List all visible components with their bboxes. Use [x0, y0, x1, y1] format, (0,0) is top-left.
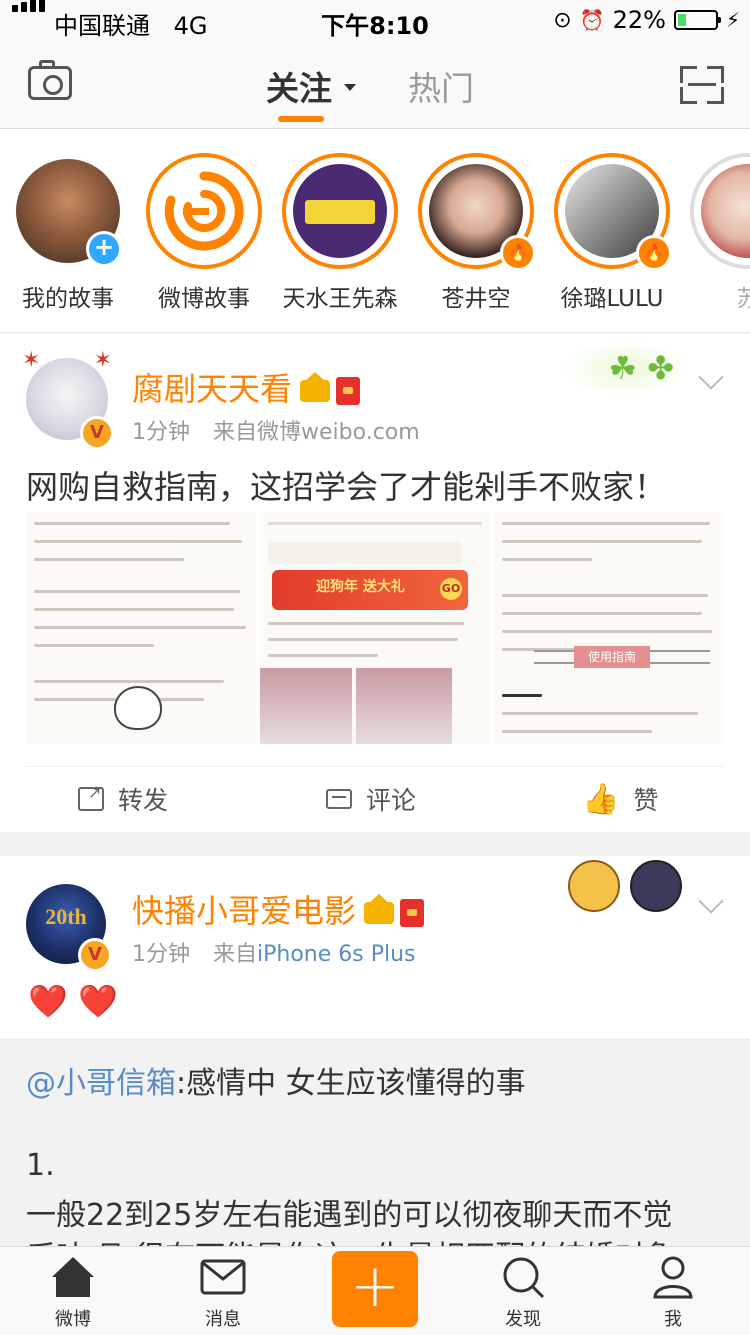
- post-text: 网购自救指南，这招学会了才能剁手不败家！: [26, 468, 667, 506]
- post-image[interactable]: [26, 512, 256, 744]
- story-item[interactable]: 天水王先森: [272, 153, 408, 313]
- avatar-logo-text: 20th: [45, 904, 87, 929]
- story-item[interactable]: 🔥 苍井空: [408, 153, 544, 313]
- post-image[interactable]: 迎狗年 送大礼 GO: [260, 512, 490, 744]
- tab-following[interactable]: 关注: [266, 62, 332, 110]
- weibo-story-logo: [157, 164, 251, 258]
- thumbs-up-icon: 👍: [582, 781, 620, 817]
- verified-badge-icon: V: [80, 416, 114, 450]
- vip-crown-icon: [364, 894, 395, 924]
- story-item[interactable]: + 我的故事: [0, 153, 136, 313]
- story-label: 天水王先森: [282, 286, 398, 312]
- repost-button[interactable]: ↗ 转发: [78, 781, 168, 817]
- battery-icon: [673, 10, 721, 30]
- verified-badge-icon: V: [78, 938, 112, 972]
- repost-icon: ↗: [78, 783, 104, 811]
- tab-messages-label: 消息: [205, 1309, 241, 1330]
- tab-discover[interactable]: 发现: [478, 1255, 568, 1331]
- chevron-down-icon[interactable]: [698, 888, 724, 914]
- mention-link[interactable]: @小哥信箱: [26, 1066, 176, 1101]
- tab-discover-label: 发现: [505, 1309, 541, 1330]
- bottom-tab-bar: 微博 消息 + 发现 我: [0, 1246, 750, 1335]
- comment-label: 评论: [366, 786, 417, 815]
- post-actions: ↗ 转发 评论 👍 赞: [26, 766, 724, 831]
- search-icon: [503, 1257, 545, 1299]
- guide-button-text: 使用指南: [574, 646, 650, 668]
- status-bar: 中国联通 4G 下午8:10 ⊙ ⏰ 22% ⚡: [0, 0, 750, 40]
- post-source-prefix: 来自: [213, 420, 258, 445]
- promo-banner-text: 迎狗年 送大礼: [316, 579, 405, 595]
- camera-icon[interactable]: [28, 60, 72, 100]
- compose-button[interactable]: +: [332, 1251, 418, 1327]
- post-image[interactable]: 使用指南: [494, 512, 724, 744]
- image-grid: 迎狗年 送大礼 GO 使用指南: [26, 512, 724, 744]
- avatar: [293, 164, 387, 258]
- home-icon: [52, 1257, 94, 1297]
- active-tab-indicator: [278, 116, 324, 122]
- post-time: 1分钟: [132, 942, 190, 967]
- story-item[interactable]: 苏: [680, 153, 750, 313]
- post-text: ❤️ ❤️: [28, 982, 118, 1020]
- story-label: 苍井空: [441, 286, 511, 312]
- like-label: 赞: [633, 786, 659, 815]
- promo-go-text: GO: [440, 578, 462, 600]
- story-label: 我的故事: [22, 286, 114, 312]
- retweet-line: 1.: [26, 1148, 55, 1183]
- clover-decoration-icon: ☘ ✤: [560, 340, 690, 396]
- repost-label: 转发: [118, 786, 169, 815]
- tab-home[interactable]: 微博: [28, 1255, 118, 1331]
- fire-icon: 🔥: [636, 235, 672, 271]
- comment-button[interactable]: 评论: [326, 781, 416, 817]
- retweet-text: :感情中 女生应该懂得的事: [176, 1066, 526, 1101]
- story-label: 苏: [680, 279, 750, 313]
- tab-me[interactable]: 我: [628, 1255, 718, 1331]
- tab-messages[interactable]: 消息: [178, 1255, 268, 1331]
- story-label: 微博故事: [158, 286, 250, 312]
- red-packet-icon: [336, 377, 361, 405]
- envelope-icon: [200, 1259, 246, 1295]
- add-story-icon[interactable]: +: [86, 231, 122, 267]
- feed-card: ✶ ✶ V 腐剧天天看 ☘ ✤ 1分钟 来自微博weibo.com 网购自救指南…: [0, 334, 750, 832]
- avatar: [701, 164, 750, 258]
- post-source-prefix: 来自: [213, 942, 258, 967]
- username[interactable]: 腐剧天天看: [132, 370, 292, 408]
- tab-hot[interactable]: 热门: [408, 62, 474, 110]
- story-item[interactable]: 微博故事: [136, 153, 272, 313]
- cartoon-face-icon: [114, 686, 162, 730]
- like-button[interactable]: 👍 赞: [582, 781, 658, 817]
- story-item[interactable]: 🔥 徐璐LULU: [544, 153, 680, 313]
- chevron-down-icon[interactable]: [344, 84, 356, 91]
- rotation-lock-icon: ⊙: [553, 7, 572, 33]
- feed-card: 20th V 快播小哥爱电影 1分钟 来自iPhone 6s Plus ❤️ ❤…: [0, 856, 750, 1038]
- vip-crown-icon: [300, 372, 331, 402]
- red-packet-icon: [400, 899, 425, 927]
- fire-icon: 🔥: [500, 235, 536, 271]
- post-time: 1分钟: [132, 420, 190, 445]
- post-source: 微博weibo.com: [257, 420, 420, 445]
- tab-home-label: 微博: [55, 1309, 91, 1330]
- retweet-line: 一般22到25岁左右能遇到的可以彻夜聊天而不觉: [26, 1198, 673, 1233]
- username[interactable]: 快播小哥爱电影: [132, 892, 356, 930]
- top-nav: 关注 热门: [0, 40, 750, 129]
- person-icon: [653, 1256, 693, 1299]
- tab-me-label: 我: [664, 1309, 682, 1330]
- stories-bar: + 我的故事 微博故事 天水王先森 🔥 苍井空 🔥 徐璐LULU: [0, 129, 750, 333]
- alarm-icon: ⏰: [579, 8, 605, 32]
- scan-icon[interactable]: [680, 66, 724, 104]
- reindeer-antlers-icon: ✶ ✶: [22, 348, 112, 373]
- cartoon-characters-decoration: [564, 856, 694, 912]
- story-label: 徐璐LULU: [560, 286, 664, 312]
- retweeted-content[interactable]: @小哥信箱:感情中 女生应该懂得的事 1. 一般22到25岁左右能遇到的可以彻夜…: [0, 1038, 750, 1275]
- comment-icon: [326, 789, 352, 809]
- chevron-down-icon[interactable]: [698, 364, 724, 390]
- battery-percent: 22%: [612, 6, 666, 34]
- post-source[interactable]: iPhone 6s Plus: [257, 942, 416, 967]
- charging-icon: ⚡: [725, 8, 740, 32]
